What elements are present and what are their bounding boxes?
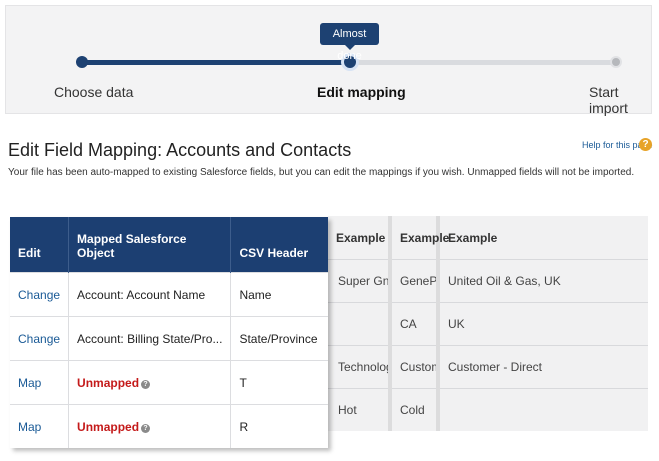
column-header-csv: CSV Header [230, 217, 328, 273]
table-row: Change Account: Billing State/Pro... Sta… [10, 316, 328, 361]
step-start-import-label: Start import [589, 84, 628, 116]
map-field-link[interactable]: Map [18, 420, 41, 434]
mapped-object-cell: Unmapped? [68, 404, 232, 448]
unmapped-label: Unmapped [77, 375, 140, 390]
step-edit-mapping-label: Edit mapping [317, 84, 406, 100]
example-cell: Cold [388, 388, 438, 431]
mapped-object-cell: Account: Billing State/Pro... [68, 316, 232, 361]
example-cell: UK [436, 302, 648, 346]
column-header-example: Example [388, 216, 449, 260]
table-row: CA UK [328, 302, 648, 346]
example-values-table: Example Example Example Super Gnit GeneP… [328, 216, 648, 431]
info-icon[interactable]: ? [141, 423, 151, 433]
csv-header-cell: Name [230, 272, 328, 317]
mapped-object-cell: Account: Account Name [68, 272, 232, 317]
examples-header-row: Example Example Example [328, 216, 648, 260]
progress-status-bubble: Almost done [320, 23, 379, 62]
progress-track-remaining [350, 60, 616, 65]
example-cell: Super Gnit [328, 259, 390, 303]
table-row: Map Unmapped? R [10, 404, 328, 448]
example-cell [436, 388, 648, 431]
import-progress-bar: Almost done Choose data Edit mapping Sta… [5, 5, 652, 116]
page-title: Edit Field Mapping: Accounts and Contact… [8, 140, 352, 160]
info-icon[interactable]: ? [141, 379, 151, 389]
step-start-import-dot [610, 56, 622, 68]
unmapped-label: Unmapped [77, 419, 140, 434]
table-row: Change Account: Account Name Name [10, 272, 328, 317]
change-mapping-link[interactable]: Change [18, 332, 60, 346]
progress-track-completed [81, 60, 350, 65]
csv-header-cell: T [230, 360, 328, 405]
mapped-object-cell: Unmapped? [68, 360, 232, 405]
column-header-example: Example [328, 216, 390, 260]
example-cell: CA [388, 302, 438, 346]
change-mapping-link[interactable]: Change [18, 288, 60, 302]
example-cell: Customer - [388, 345, 438, 389]
example-cell: Customer - Direct [436, 345, 648, 389]
csv-header-cell: State/Province [230, 316, 328, 361]
mapping-header-row: Edit Mapped Salesforce Object CSV Header [10, 217, 328, 273]
step-choose-data-label: Choose data [54, 84, 134, 100]
table-row: Hot Cold [328, 388, 648, 431]
example-cell: United Oil & Gas, UK [436, 259, 648, 303]
example-cell: Technology [328, 345, 390, 389]
help-question-icon[interactable]: ? [639, 138, 652, 151]
example-cell: GenePoint [388, 259, 438, 303]
table-row: Super Gnit GenePoint United Oil & Gas, U… [328, 259, 648, 303]
table-row: Map Unmapped? T [10, 360, 328, 405]
field-mapping-table: Edit Mapped Salesforce Object CSV Header… [10, 217, 328, 448]
page-subtitle: Your file has been auto-mapped to existi… [8, 167, 635, 178]
table-row: Technology Customer - Customer - Direct [328, 345, 648, 389]
step-choose-data-dot [76, 56, 88, 68]
csv-header-cell: R [230, 404, 328, 448]
column-header-example: Example [436, 216, 648, 260]
example-cell [328, 302, 390, 346]
map-field-link[interactable]: Map [18, 376, 41, 390]
example-cell: Hot [328, 388, 390, 431]
column-header-edit: Edit [10, 217, 70, 273]
column-header-mapped-object: Mapped Salesforce Object [68, 217, 232, 273]
